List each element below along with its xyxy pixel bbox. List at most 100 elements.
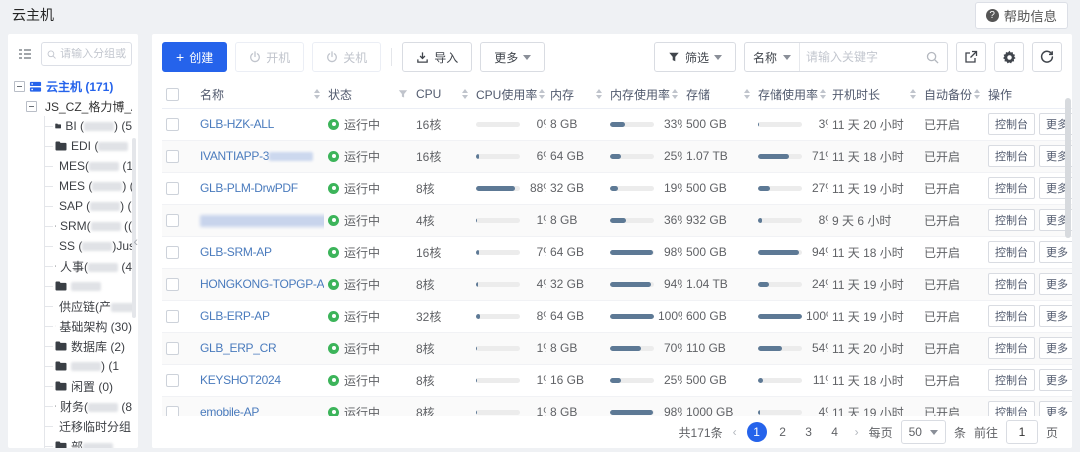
row-checkbox[interactable]: [166, 150, 179, 163]
sort-icon[interactable]: [820, 89, 826, 99]
row-checkbox[interactable]: [166, 246, 179, 259]
keyword-search-input[interactable]: [800, 50, 918, 64]
column-header-cpu[interactable]: CPU: [412, 81, 472, 108]
row-checkbox[interactable]: [166, 118, 179, 131]
column-header-storage_usage[interactable]: 存储使用率: [754, 81, 828, 108]
row-more-button[interactable]: 更多: [1039, 305, 1072, 327]
group-search-input[interactable]: [60, 48, 126, 60]
tree-node-group[interactable]: 财务( (8: [45, 396, 132, 416]
tree-node-cloud-hosts[interactable]: 云主机 (171): [14, 76, 132, 96]
row-more-button[interactable]: 更多: [1039, 241, 1072, 263]
column-header-cpu_usage[interactable]: CPU使用率: [472, 81, 546, 108]
console-button[interactable]: 控制台: [988, 113, 1035, 135]
tree-node-group[interactable]: 闲置 (0): [45, 376, 132, 396]
sort-icon[interactable]: [462, 89, 468, 99]
group-search-box[interactable]: [41, 42, 132, 66]
power-off-button[interactable]: 关机: [312, 42, 381, 72]
prev-page-button[interactable]: ‹: [731, 425, 739, 439]
tree-node-group[interactable]: 人事( (4: [45, 256, 132, 276]
vm-name-link[interactable]: IVANTIAPP-3: [200, 149, 269, 163]
sidebar-scrollbar[interactable]: [132, 138, 136, 318]
tree-node-group[interactable]: MES () (: [45, 176, 132, 196]
page-number-2[interactable]: 2: [773, 422, 793, 442]
goto-page-input[interactable]: [1006, 420, 1038, 444]
sort-icon[interactable]: [314, 89, 320, 99]
settings-button[interactable]: [994, 42, 1024, 72]
collapse-node-icon[interactable]: [14, 81, 25, 92]
more-actions-button[interactable]: 更多: [480, 42, 545, 72]
tree-node-group[interactable]: ) (1: [45, 356, 132, 376]
console-button[interactable]: 控制台: [988, 145, 1035, 167]
tree-node-group[interactable]: 基础架构 (30): [45, 316, 132, 336]
console-button[interactable]: 控制台: [988, 241, 1035, 263]
row-more-button[interactable]: 更多: [1039, 273, 1072, 295]
sort-icon[interactable]: [672, 89, 678, 99]
vm-name-link[interactable]: HONGKONG-TOPGP-APDB: [200, 277, 324, 291]
console-button[interactable]: 控制台: [988, 177, 1035, 199]
column-header-backup[interactable]: 自动备份: [920, 81, 984, 108]
page-number-4[interactable]: 4: [825, 422, 845, 442]
tree-node-group[interactable]: 数据库 (2): [45, 336, 132, 356]
next-page-button[interactable]: ›: [853, 425, 861, 439]
column-header-status[interactable]: 状态: [324, 81, 412, 108]
page-number-3[interactable]: 3: [799, 422, 819, 442]
sort-icon[interactable]: [596, 89, 602, 99]
tree-node-group[interactable]: SRM( ((: [45, 216, 132, 236]
row-checkbox[interactable]: [166, 214, 179, 227]
row-checkbox[interactable]: [166, 278, 179, 291]
tree-node-group[interactable]: SAP () (5: [45, 196, 132, 216]
sort-icon[interactable]: [910, 89, 916, 99]
tree-node-group[interactable]: BI () (5: [45, 116, 132, 136]
page-size-select[interactable]: 50: [901, 420, 946, 444]
power-on-button[interactable]: 开机: [235, 42, 304, 72]
vm-name-link[interactable]: GLB-HZK-ALL: [200, 117, 274, 131]
vm-name-link[interactable]: GLB-SRM-AP: [200, 245, 272, 259]
vm-name-link[interactable]: KEYSHOT2024: [200, 373, 281, 387]
row-checkbox[interactable]: [166, 182, 179, 195]
select-all-checkbox[interactable]: [166, 88, 179, 101]
search-icon[interactable]: [918, 51, 947, 64]
tree-node-group[interactable]: SS ()Justi: [45, 236, 132, 256]
console-button[interactable]: 控制台: [988, 369, 1035, 391]
column-header-storage[interactable]: 存储: [682, 81, 754, 108]
tree-node-group[interactable]: 供应链(产: [45, 296, 132, 316]
group-list-icon[interactable]: [14, 43, 36, 65]
tree-node-group[interactable]: 迁移临时分组 (: [45, 416, 132, 436]
page-number-1[interactable]: 1: [747, 422, 767, 442]
row-more-button[interactable]: 更多: [1039, 337, 1072, 359]
filter-icon[interactable]: [398, 89, 408, 99]
row-checkbox[interactable]: [166, 310, 179, 323]
row-checkbox[interactable]: [166, 374, 179, 387]
sort-icon[interactable]: [539, 89, 545, 99]
import-button[interactable]: 导入: [402, 42, 472, 72]
collapse-sidebar-handle[interactable]: ‹: [133, 234, 138, 248]
export-button[interactable]: [956, 42, 986, 72]
console-button[interactable]: 控制台: [988, 273, 1035, 295]
vm-name-link[interactable]: GLB_ERP_CR: [200, 341, 276, 355]
tree-node-group[interactable]: 部: [45, 436, 132, 448]
column-header-mem[interactable]: 内存: [546, 81, 606, 108]
table-scrollbar[interactable]: [1065, 98, 1071, 238]
create-button[interactable]: + 创建: [162, 42, 227, 72]
vm-name-link[interactable]: GLB-PLM-DrwPDF: [200, 181, 298, 195]
sort-icon[interactable]: [974, 89, 980, 99]
tree-node-group[interactable]: EDI (: [45, 136, 132, 156]
console-button[interactable]: 控制台: [988, 209, 1035, 231]
refresh-button[interactable]: [1032, 42, 1062, 72]
column-header-mem_usage[interactable]: 内存使用率: [606, 81, 682, 108]
tree-node-group[interactable]: [45, 276, 132, 296]
column-header-name[interactable]: 名称: [196, 81, 324, 108]
search-field-select[interactable]: 名称: [745, 43, 800, 71]
collapse-node-icon[interactable]: [26, 101, 37, 112]
filter-button[interactable]: 筛选: [654, 42, 736, 72]
row-checkbox[interactable]: [166, 342, 179, 355]
help-button[interactable]: ? 帮助信息: [975, 2, 1068, 29]
tree-node-zone[interactable]: JS_CZ_格力博_AZ1 (: [26, 96, 132, 116]
sort-icon[interactable]: [744, 89, 750, 99]
console-button[interactable]: 控制台: [988, 305, 1035, 327]
console-button[interactable]: 控制台: [988, 337, 1035, 359]
column-header-ops[interactable]: 操作: [984, 81, 1072, 108]
column-header-uptime[interactable]: 开机时长: [828, 81, 920, 108]
vm-name-link[interactable]: GLB-ERP-AP: [200, 309, 270, 323]
tree-node-group[interactable]: MES( (1: [45, 156, 132, 176]
